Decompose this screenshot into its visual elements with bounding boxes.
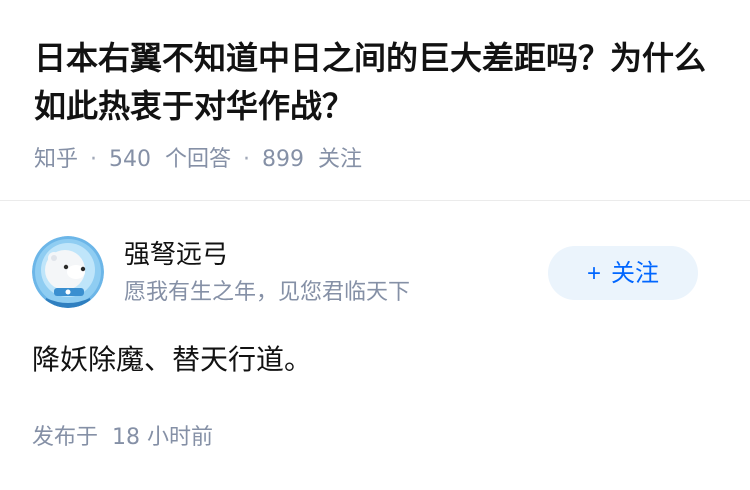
question-title[interactable]: 日本右翼不知道中日之间的巨大差距吗？为什么如此热衷于对华作战？ — [34, 34, 724, 130]
question-meta: 知乎 · 540 个回答 · 899 关注 — [34, 144, 362, 176]
publish-time: 发布于 18 小时前 — [32, 422, 213, 454]
answers-count-label: 个回答 — [165, 147, 232, 172]
author-name[interactable]: 强弩远弓 — [124, 238, 228, 272]
followers-count[interactable]: 899 关注 — [262, 147, 362, 172]
section-divider — [0, 200, 750, 201]
publish-prefix: 发布于 — [32, 425, 99, 450]
plus-icon: + — [586, 260, 601, 287]
answers-count[interactable]: 540 个回答 — [109, 147, 231, 172]
answers-count-number: 540 — [109, 147, 152, 172]
answer-content[interactable]: 降妖除魔、替天行道。 — [32, 340, 312, 380]
astronaut-bear-avatar-icon — [32, 236, 104, 308]
question-header: 日本右翼不知道中日之间的巨大差距吗？为什么如此热衷于对华作战？ 知乎 · 540 个… — [0, 0, 750, 200]
meta-separator: · — [90, 147, 98, 172]
publish-time-value: 18 小时前 — [112, 425, 214, 450]
author-bio: 愿我有生之年，见您君临天下 — [124, 280, 411, 305]
meta-separator: · — [243, 147, 251, 172]
source-label[interactable]: 知乎 — [34, 147, 78, 172]
followers-count-label: 关注 — [318, 147, 363, 172]
followers-count-number: 899 — [262, 147, 305, 172]
follow-button-label: 关注 — [611, 260, 659, 287]
follow-button[interactable]: + 关注 — [548, 246, 698, 300]
avatar[interactable] — [32, 236, 104, 308]
